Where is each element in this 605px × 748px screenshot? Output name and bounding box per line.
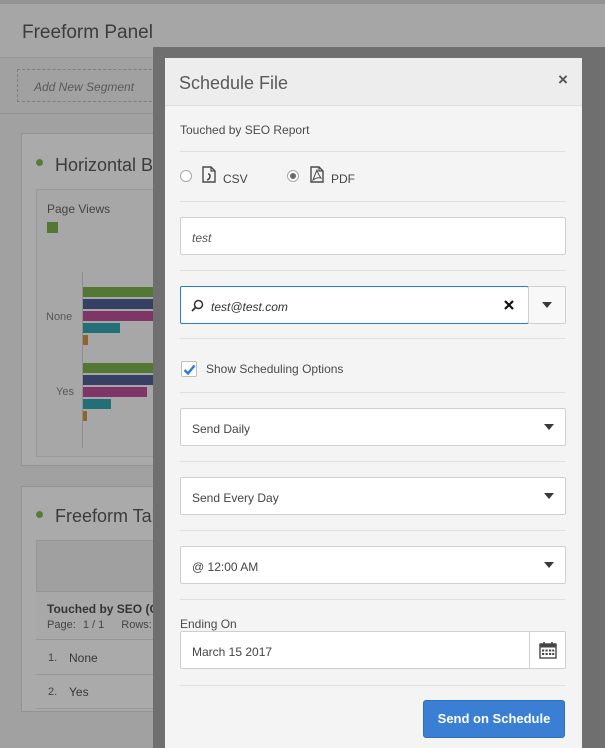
divider bbox=[180, 530, 565, 531]
schedule-file-dialog: Schedule File × Touched by SEO Report CS… bbox=[165, 58, 582, 748]
dialog-title: Schedule File bbox=[179, 73, 289, 93]
time-select[interactable]: @ 12:00 AM bbox=[180, 546, 566, 584]
interval-value: Send Every Day bbox=[192, 491, 279, 505]
divider bbox=[180, 270, 565, 271]
divider bbox=[180, 392, 565, 393]
chevron-down-icon bbox=[544, 424, 554, 430]
pdf-radio[interactable] bbox=[287, 170, 299, 182]
dialog-header: Schedule File × bbox=[165, 58, 582, 106]
pdf-label: PDF bbox=[331, 172, 355, 186]
file-name-value: test bbox=[192, 231, 212, 245]
pdf-file-icon bbox=[310, 166, 324, 183]
chevron-down-icon bbox=[544, 562, 554, 568]
divider bbox=[180, 201, 565, 202]
show-scheduling-options-label: Show Scheduling Options bbox=[206, 362, 344, 376]
checkmark-icon bbox=[183, 364, 196, 376]
report-name: Touched by SEO Report bbox=[180, 123, 310, 137]
csv-label: CSV bbox=[223, 172, 248, 186]
file-name-input[interactable]: test bbox=[180, 217, 566, 255]
time-value: @ 12:00 AM bbox=[192, 560, 259, 574]
email-recipient-input[interactable]: test@test.com bbox=[180, 286, 529, 324]
clear-icon[interactable] bbox=[503, 299, 515, 311]
chevron-down-icon bbox=[542, 302, 552, 308]
calendar-icon bbox=[539, 642, 557, 659]
divider bbox=[180, 685, 565, 686]
frequency-select[interactable]: Send Daily bbox=[180, 408, 566, 446]
close-button[interactable]: × bbox=[553, 70, 573, 90]
divider bbox=[180, 338, 565, 339]
calendar-button[interactable] bbox=[529, 631, 566, 669]
email-dropdown-button[interactable] bbox=[528, 286, 566, 324]
csv-file-icon bbox=[202, 166, 216, 183]
email-value: test@test.com bbox=[211, 300, 288, 314]
show-scheduling-options-checkbox[interactable] bbox=[181, 361, 197, 377]
ending-date-value: March 15 2017 bbox=[192, 645, 273, 659]
frequency-value: Send Daily bbox=[192, 422, 251, 436]
ending-on-label: Ending On bbox=[180, 617, 237, 631]
search-icon bbox=[191, 299, 204, 312]
divider bbox=[180, 599, 565, 600]
ending-date-input[interactable]: March 15 2017 bbox=[180, 631, 530, 669]
chevron-down-icon bbox=[544, 493, 554, 499]
divider bbox=[180, 461, 565, 462]
csv-radio[interactable] bbox=[180, 170, 192, 182]
send-on-schedule-button[interactable]: Send on Schedule bbox=[423, 700, 565, 738]
interval-select[interactable]: Send Every Day bbox=[180, 477, 566, 515]
divider bbox=[180, 151, 565, 152]
